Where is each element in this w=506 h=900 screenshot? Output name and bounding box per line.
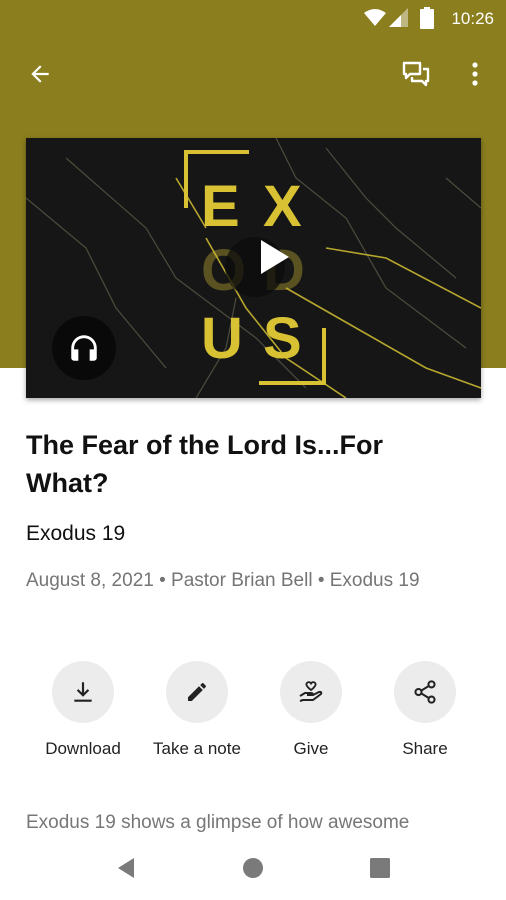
give-label: Give bbox=[293, 739, 329, 758]
signal-icon bbox=[389, 8, 409, 33]
status-time: 10:26 bbox=[451, 9, 494, 28]
sermon-meta: August 8, 2021 • Pastor Brian Bell • Exo… bbox=[26, 570, 420, 591]
nav-back-icon bbox=[118, 858, 134, 878]
nav-home-icon bbox=[243, 858, 263, 878]
download-circle bbox=[52, 661, 114, 723]
share-icon bbox=[414, 680, 436, 704]
give-button[interactable]: Give bbox=[256, 661, 366, 759]
nav-recents-button[interactable] bbox=[360, 848, 400, 888]
sermon-subtitle: Exodus 19 bbox=[26, 522, 126, 545]
video-card[interactable]: E X O D U S bbox=[26, 138, 481, 398]
back-button[interactable] bbox=[18, 52, 62, 96]
status-bar: 10:26 bbox=[0, 0, 506, 36]
sermon-title: The Fear of the Lord Is...For What? bbox=[26, 430, 384, 498]
give-circle bbox=[280, 661, 342, 723]
download-button[interactable]: Download bbox=[28, 661, 138, 759]
nav-recents-icon bbox=[370, 858, 390, 878]
more-options-button[interactable] bbox=[453, 52, 497, 96]
share-circle bbox=[394, 661, 456, 723]
play-icon bbox=[261, 240, 289, 274]
battery-icon bbox=[420, 7, 434, 34]
nav-back-button[interactable] bbox=[106, 848, 146, 888]
play-button[interactable] bbox=[246, 228, 304, 286]
take-a-note-label: Take a note bbox=[153, 739, 241, 758]
take-a-note-button[interactable]: Take a note bbox=[142, 661, 252, 759]
chat-icon bbox=[402, 61, 430, 87]
more-vert-icon bbox=[472, 62, 478, 86]
arrow-back-icon bbox=[31, 65, 49, 83]
system-nav-bar bbox=[0, 836, 506, 900]
download-label: Download bbox=[45, 739, 121, 758]
pencil-icon bbox=[188, 683, 206, 701]
nav-home-button[interactable] bbox=[233, 848, 273, 888]
give-heart-hand-icon bbox=[299, 681, 323, 702]
wifi-icon bbox=[364, 8, 386, 33]
headphones-icon bbox=[71, 335, 97, 361]
download-icon bbox=[74, 682, 92, 702]
toolbar bbox=[0, 52, 506, 98]
share-button[interactable]: Share bbox=[370, 661, 480, 759]
artwork-letter-1: E bbox=[201, 174, 240, 239]
chat-button[interactable] bbox=[394, 52, 438, 96]
artwork-letter-5: U bbox=[201, 306, 243, 371]
audio-button[interactable] bbox=[52, 316, 116, 380]
share-label: Share bbox=[402, 739, 448, 758]
take-a-note-circle bbox=[166, 661, 228, 723]
artwork-letter-6: S bbox=[263, 306, 302, 371]
